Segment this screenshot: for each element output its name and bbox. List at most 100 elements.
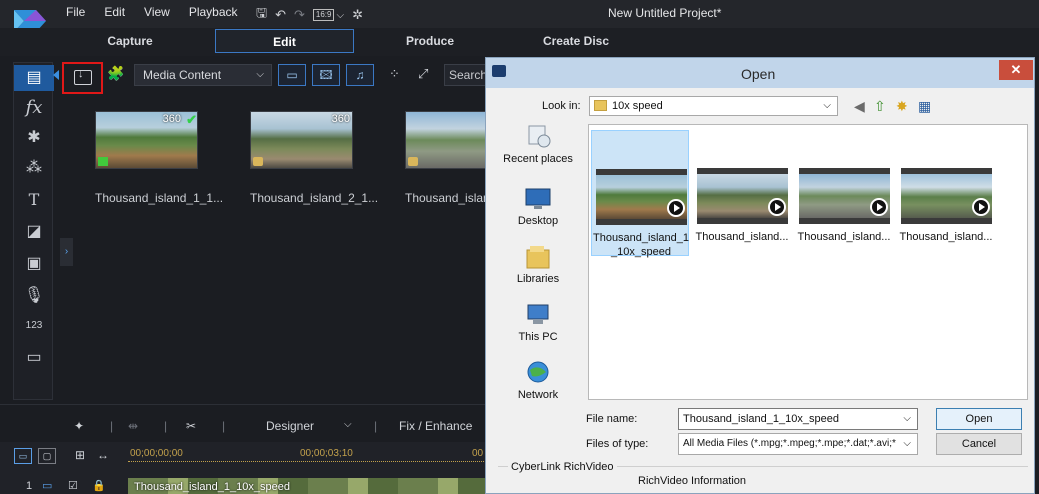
audio-filter-button[interactable]: ♫ xyxy=(346,64,374,86)
aspect-ratio-select[interactable]: 16:9 xyxy=(312,9,335,21)
fix-enhance-button[interactable]: Fix / Enhance xyxy=(399,419,472,433)
save-icon[interactable]: 🖫 xyxy=(256,4,267,26)
media-room-icon[interactable]: ▤ xyxy=(14,65,54,91)
edit-toolbar: ✦ | ⇹ | ✂ | Designer ⌵ | Fix / Enhance xyxy=(0,404,490,442)
look-in-label: Look in: xyxy=(542,100,581,112)
transition-room-icon[interactable]: ◪ xyxy=(14,219,54,245)
undo-icon[interactable]: ↶ xyxy=(275,7,286,23)
pip-room-icon[interactable]: ✱ xyxy=(14,125,54,151)
timeline-view-icon[interactable]: ▭ xyxy=(14,448,32,464)
badge-360: 360 xyxy=(162,113,181,125)
image-filter-button[interactable]: 🖾 xyxy=(312,64,340,86)
file-name-input[interactable]: Thousand_island_1_10x_speed ⌵ xyxy=(678,408,918,430)
clip-label: Thousand_island_1_1... xyxy=(95,191,224,205)
menu-playback[interactable]: Playback xyxy=(189,5,238,19)
richvideo-group: CyberLink RichVideo RichVideo Informatio… xyxy=(498,461,1028,494)
tab-capture[interactable]: Capture xyxy=(80,29,180,53)
expand-view-icon[interactable]: ⤢ xyxy=(418,66,428,82)
audio-mixing-icon[interactable]: ▣ xyxy=(14,251,54,277)
look-in-value: 10x speed xyxy=(612,100,663,112)
import-media-button[interactable] xyxy=(62,62,103,94)
trim-icon[interactable]: ✂ xyxy=(186,419,196,433)
track-enable-checkbox[interactable]: ☑ xyxy=(68,479,78,492)
file-name: Thousand_island... xyxy=(695,231,789,243)
file-item[interactable]: Thousand_island_1_10x_speed xyxy=(591,130,690,258)
tab-edit[interactable]: Edit xyxy=(215,29,354,53)
track-toggle-icon[interactable]: ▭ xyxy=(42,479,52,492)
separator: | xyxy=(222,419,226,433)
tab-produce[interactable]: Produce xyxy=(380,29,480,53)
magic-tools-icon[interactable]: ✦ xyxy=(74,419,84,433)
media-clip[interactable]: 360 xyxy=(250,111,353,169)
place-this-pc[interactable]: This PC xyxy=(498,302,578,343)
video-filter-button[interactable]: ▭ xyxy=(278,64,306,86)
chevron-down-icon[interactable]: ⌵ xyxy=(336,10,344,21)
menu-file[interactable]: File xyxy=(66,5,85,19)
timecode-start: 00;00;00;00 xyxy=(130,448,183,459)
menu-bar: File Edit View Playback 🖫 ↶ ↷ 16:9 ⌵ ✲ N… xyxy=(0,0,1039,32)
back-icon[interactable]: ◀ xyxy=(854,98,865,115)
cancel-button[interactable]: Cancel xyxy=(936,433,1022,455)
file-item[interactable]: Thousand_island... xyxy=(795,130,893,256)
dialog-title: Open xyxy=(741,66,776,82)
redo-icon[interactable]: ↷ xyxy=(294,7,305,23)
media-content-select[interactable]: Media Content ⌵ xyxy=(134,64,272,86)
place-network[interactable]: Network xyxy=(498,360,578,401)
video-type-icon xyxy=(98,157,108,166)
fit-timeline-icon[interactable]: ↔ xyxy=(97,448,109,462)
view-menu-icon[interactable]: ▦ xyxy=(918,98,931,115)
menu-edit[interactable]: Edit xyxy=(104,5,125,19)
grid-view-icon[interactable]: ⁘ xyxy=(389,66,400,82)
subtitle-room-icon[interactable]: ▭ xyxy=(14,345,54,371)
chevron-down-icon[interactable]: ⌵ xyxy=(903,409,911,429)
file-name: Thousand_island... xyxy=(797,231,891,243)
look-in-select[interactable]: 10x speed ⌵ xyxy=(589,96,838,116)
project-title: New Untitled Project* xyxy=(608,6,722,20)
chevron-down-icon[interactable]: ⌵ xyxy=(344,419,352,430)
dialog-titlebar[interactable]: Open ✕ xyxy=(486,58,1034,88)
media-content-value: Media Content xyxy=(143,68,222,82)
up-folder-icon[interactable]: ⇧ xyxy=(874,98,886,115)
places-bar: Recent places Desktop Libraries This PC … xyxy=(498,124,578,414)
timeline-ruler xyxy=(128,461,490,469)
play-icon xyxy=(972,198,990,216)
open-button[interactable]: Open xyxy=(936,408,1022,430)
files-of-type-value: All Media Files (*.mpg;*.mpeg;*.mpe;*.da… xyxy=(683,438,896,449)
audio-type-icon xyxy=(253,157,263,166)
media-clip[interactable] xyxy=(405,111,490,169)
new-folder-icon[interactable]: ✸ xyxy=(896,98,908,115)
settings-icon[interactable]: ✲ xyxy=(352,7,363,23)
menu-view[interactable]: View xyxy=(144,5,170,19)
file-name: Thousand_island_1_10x_speed xyxy=(592,232,690,258)
separator: | xyxy=(110,419,114,433)
particle-room-icon[interactable]: ⁂ xyxy=(14,155,54,181)
tab-create-disc[interactable]: Create Disc xyxy=(526,29,626,53)
place-desktop[interactable]: Desktop xyxy=(498,186,578,227)
designer-button[interactable]: Designer xyxy=(266,419,314,433)
timeline-clip-title: Thousand_island_1_10x_speed xyxy=(134,481,290,493)
file-item[interactable]: Thousand_island... xyxy=(693,130,791,256)
chevron-down-icon: ⌵ xyxy=(823,100,831,111)
files-of-type-select[interactable]: All Media Files (*.mpg;*.mpeg;*.mpe;*.da… xyxy=(678,433,918,455)
voice-over-icon[interactable]: 🎙 xyxy=(14,283,54,309)
audio-type-icon xyxy=(408,157,418,166)
place-recent[interactable]: Recent places xyxy=(498,124,578,165)
file-item[interactable]: Thousand_island... xyxy=(897,130,995,256)
lock-icon[interactable]: 🔒 xyxy=(92,479,106,492)
place-libraries[interactable]: Libraries xyxy=(498,244,578,285)
clip-label: Thousand_island_2_1... xyxy=(250,191,379,205)
title-room-icon[interactable]: T xyxy=(14,187,54,213)
badge-360: 360 xyxy=(331,113,350,125)
timeline-clip[interactable]: Thousand_island_1_10x_speed xyxy=(128,478,490,494)
libraries-icon xyxy=(526,246,550,269)
plugin-icon[interactable]: 🧩 xyxy=(107,65,124,82)
media-clip[interactable]: 360 ✔ xyxy=(95,111,198,169)
add-track-icon[interactable]: ⊞ xyxy=(75,448,85,462)
storyboard-view-icon[interactable]: ▢ xyxy=(38,448,56,464)
chapter-room-icon[interactable]: 123 xyxy=(14,313,54,339)
checkmark-icon: ✔ xyxy=(186,112,197,127)
split-icon[interactable]: ⇹ xyxy=(128,419,138,433)
fx-room-icon[interactable]: fx xyxy=(14,95,54,121)
expand-panel-tab[interactable]: › xyxy=(60,238,73,266)
close-button[interactable]: ✕ xyxy=(999,60,1033,80)
